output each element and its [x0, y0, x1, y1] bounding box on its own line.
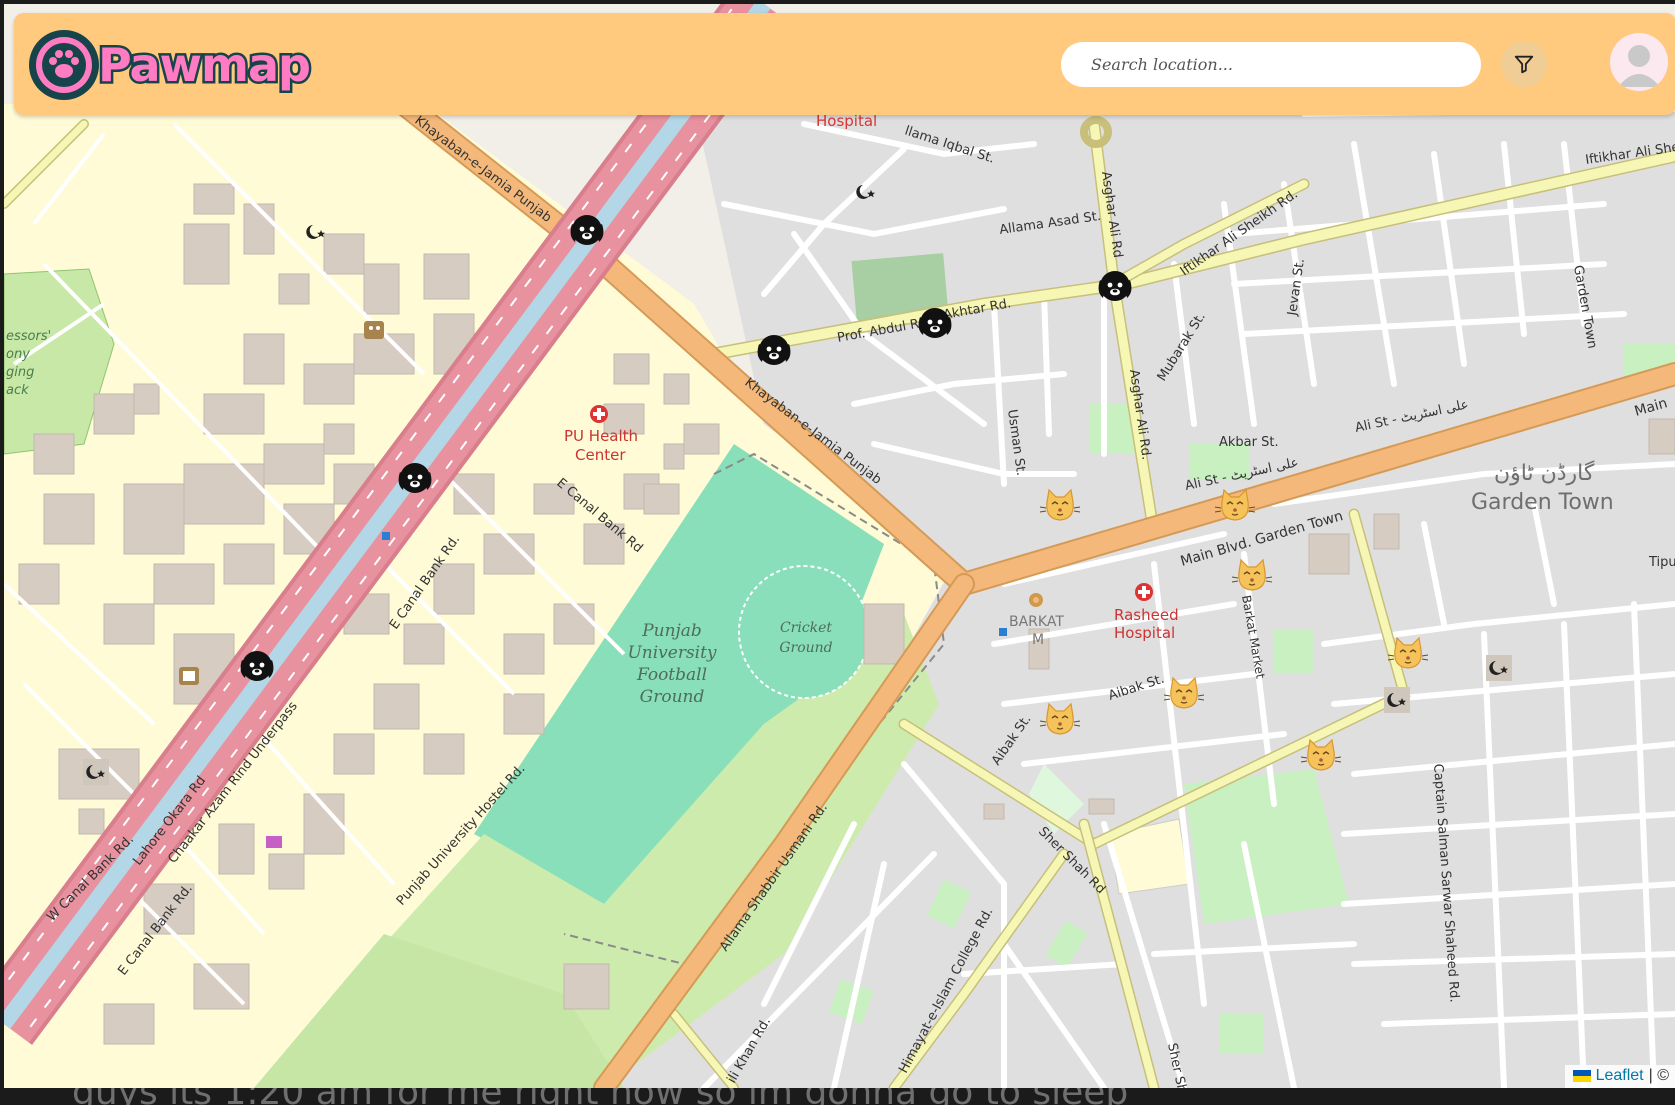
label-cricket-2: Ground — [779, 640, 832, 656]
theatre-icon — [364, 321, 384, 339]
label-rasheed-2: Hospital — [1114, 624, 1175, 642]
ukraine-flag-icon — [1572, 1070, 1591, 1082]
label-pu-health-1: PU Health — [564, 427, 638, 445]
label-professors-4: ack — [6, 383, 29, 398]
leaflet-link[interactable]: Leaflet — [1596, 1067, 1644, 1085]
app-header: Pawmap — [14, 13, 1675, 115]
shop-icon — [266, 836, 282, 848]
attribution-separator: | © — [1648, 1067, 1669, 1084]
label-garden-town: Garden Town — [1471, 490, 1614, 515]
library-icon — [179, 667, 199, 685]
mosque-icon-4 — [1486, 655, 1512, 681]
label-football-3: Football — [636, 665, 707, 685]
label-barkat-1: BARKAT — [1009, 614, 1064, 630]
label-football-4: Ground — [640, 687, 705, 707]
search-bar[interactable] — [1061, 42, 1481, 87]
park-small-8 — [1219, 1014, 1264, 1054]
label-garden-urdu: گارڈن ٹاؤن — [1494, 460, 1595, 486]
label-professors-2: ony — [6, 347, 30, 362]
search-input[interactable] — [1089, 54, 1481, 75]
label-cricket-1: Cricket — [780, 620, 832, 636]
bus-stop-icon-2 — [999, 628, 1007, 636]
overlay-caption-text: guys its 1:20 am for me right now so im … — [72, 1088, 1128, 1105]
mosque-icon-3 — [83, 759, 109, 785]
hospital-icon-rasheed — [1135, 583, 1153, 601]
roundabout-icon — [1029, 593, 1043, 607]
label-rasheed-1: Rasheed — [1114, 606, 1179, 624]
filter-icon — [1514, 55, 1534, 74]
label-barkat-2: M — [1032, 632, 1044, 648]
hospital-icon-pu — [590, 405, 608, 423]
user-avatar-button[interactable] — [1610, 33, 1668, 91]
mosque-icon-5 — [1384, 687, 1410, 713]
map-viewport[interactable]: Khayaban-e-Jamia Punjab Khayaban-e-Jamia… — [4, 4, 1675, 1088]
label-professors-1: essors' — [6, 329, 51, 344]
label-football-2: University — [627, 643, 716, 663]
app-logo[interactable]: Pawmap — [26, 27, 316, 103]
map-attribution: Leaflet | © — [1564, 1065, 1675, 1088]
label-pu-health-2: Center — [575, 446, 626, 464]
overlay-caption-strip: guys its 1:20 am for me right now so im … — [0, 1088, 1675, 1105]
park-small-6 — [1274, 629, 1314, 674]
app-logo-text: Pawmap — [98, 38, 310, 92]
label-tipu: Tipu — [1648, 555, 1675, 570]
label-football-1: Punjab — [641, 621, 702, 641]
bus-stop-icon-1 — [382, 532, 390, 540]
label-akbar: Akbar St. — [1219, 435, 1279, 450]
filter-button[interactable] — [1501, 41, 1547, 87]
label-professors-3: ging — [6, 365, 34, 380]
user-avatar-icon — [1618, 45, 1660, 87]
